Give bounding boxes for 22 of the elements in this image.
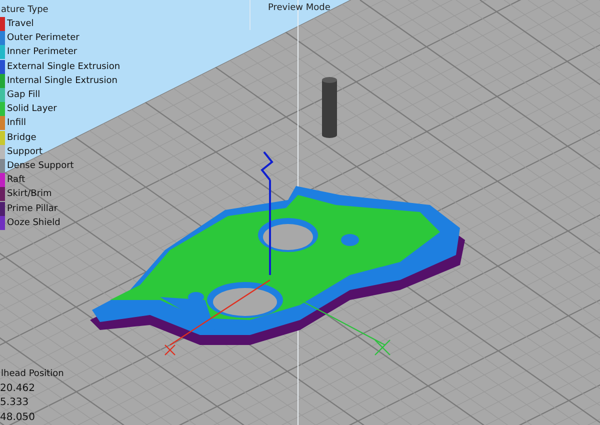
legend-label: Raft	[7, 175, 26, 186]
legend-label: Internal Single Extrusion	[7, 76, 118, 86]
legend-label: Ooze Shield	[7, 218, 60, 228]
toolhead-title: lhead Position	[1, 368, 64, 381]
toolhead-coordinate: 20.462	[0, 382, 36, 396]
cylinder-drawing	[322, 77, 337, 138]
legend-label: Dense Support	[7, 160, 74, 171]
legend-label: Skirt/Brim	[7, 189, 52, 200]
legend-label: Outer Perimeter	[7, 33, 80, 44]
legend-label: Gap Fill	[7, 90, 40, 100]
legend-label: Solid Layer	[7, 104, 57, 114]
toolhead-coordinate: 48.050	[0, 410, 36, 424]
legend-title: ature Type	[1, 4, 50, 17]
legend-label: Travel	[7, 19, 34, 30]
legend-label: Support	[7, 146, 43, 157]
toolhead-coordinate: 5.333	[0, 396, 30, 410]
legend-label: External Single Extrusion	[7, 62, 120, 72]
legend-label: Inner Perimeter	[7, 47, 78, 58]
mode-label: Preview Mode	[268, 3, 330, 13]
legend-label: Infill	[7, 118, 26, 128]
legend-label: Prime Pillar	[7, 204, 58, 214]
legend-label: Bridge	[7, 132, 36, 143]
